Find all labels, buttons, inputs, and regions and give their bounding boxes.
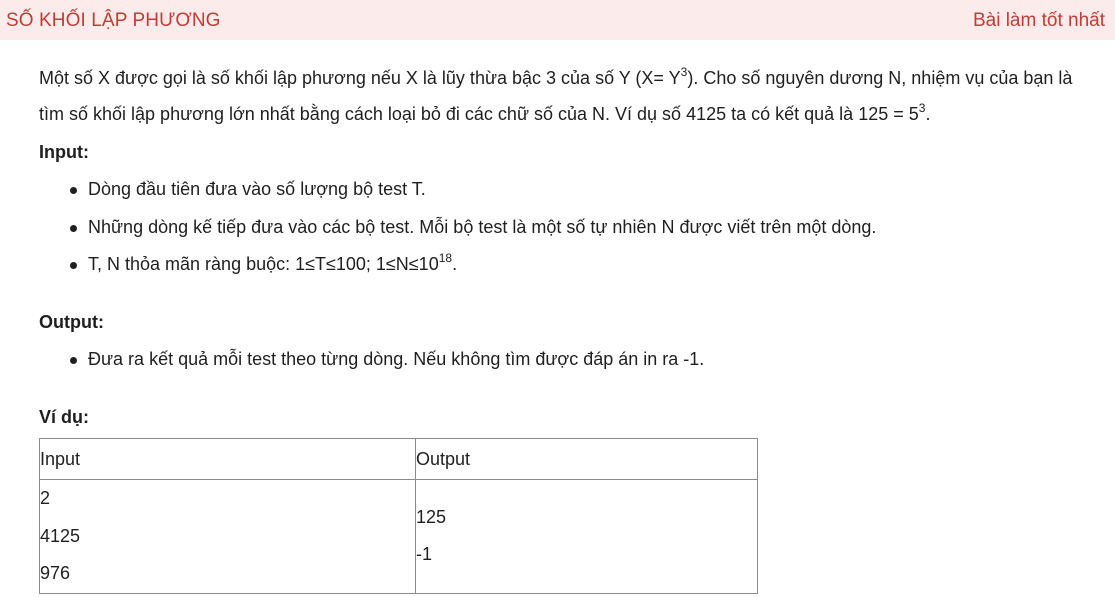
superscript: 3 (918, 101, 926, 115)
input-line: 2 (40, 488, 51, 508)
list-item-text: Dòng đầu tiên đưa vào số lượng bộ test T… (88, 179, 426, 199)
example-input-cell: 2 4125 976 (39, 479, 416, 594)
problem-title: SỐ KHỐI LẬP PHƯƠNG (6, 10, 221, 31)
list-item: Những dòng kế tiếp đưa vào các bộ test. … (66, 209, 876, 247)
input-heading: Input: (39, 142, 89, 162)
statement-line-1: Một số X được gọi là số khối lập phương … (39, 60, 1099, 96)
input-list: Dòng đầu tiên đưa vào số lượng bộ test T… (66, 171, 876, 284)
statement-text: ). Cho số nguyên dương N, nhiệm vụ của b… (687, 68, 1073, 88)
input-line: 4125 (40, 525, 81, 546)
table-header-input: Input (39, 438, 416, 480)
table-header-output: Output (415, 438, 758, 480)
superscript: 3 (680, 65, 688, 79)
example-heading: Ví dụ: (39, 407, 89, 427)
example-output-cell: 125 -1 (415, 479, 758, 594)
output-line: 125 (416, 507, 447, 528)
list-item: Dòng đầu tiên đưa vào số lượng bộ test T… (66, 171, 876, 209)
best-solution-link[interactable]: Bài làm tốt nhất (973, 10, 1105, 32)
statement-text: Một số X được gọi là số khối lập phương … (39, 68, 681, 88)
table-header-row: Input Output (39, 438, 758, 480)
list-item-text: Đưa ra kết quả mỗi test theo từng dòng. … (88, 349, 705, 369)
superscript: 18 (438, 251, 453, 265)
list-item: Đưa ra kết quả mỗi test theo từng dòng. … (66, 341, 704, 379)
example-table: Input Output 2 4125 976 125 -1 (39, 438, 758, 594)
problem-header: SỐ KHỐI LẬP PHƯƠNG Bài làm tốt nhất (0, 0, 1115, 40)
problem-statement: Một số X được gọi là số khối lập phương … (39, 60, 1099, 132)
statement-line-2: tìm số khối lập phương lớn nhất bằng các… (39, 96, 1099, 132)
output-list: Đưa ra kết quả mỗi test theo từng dòng. … (66, 341, 704, 379)
list-item-text: T, N thỏa mãn ràng buộc: 1≤T≤100; 1≤N≤10 (88, 254, 439, 274)
table-row: 2 4125 976 125 -1 (39, 479, 758, 594)
list-item-text: . (452, 254, 458, 274)
output-line: -1 (416, 544, 433, 565)
statement-text: . (925, 104, 931, 124)
list-item: T, N thỏa mãn ràng buộc: 1≤T≤100; 1≤N≤10… (66, 246, 876, 284)
statement-text: tìm số khối lập phương lớn nhất bằng các… (39, 104, 919, 124)
output-heading: Output: (39, 312, 104, 332)
input-line: 976 (40, 563, 71, 583)
list-item-text: Những dòng kế tiếp đưa vào các bộ test. … (88, 216, 877, 237)
